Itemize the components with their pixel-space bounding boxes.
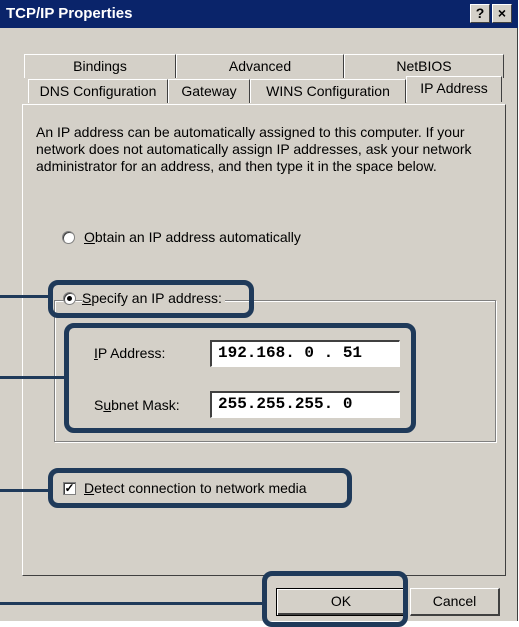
cancel-button[interactable]: Cancel: [410, 588, 500, 616]
obtain-auto-label[interactable]: Obtain an IP address automatically: [84, 229, 301, 245]
ip-address-field[interactable]: 192.168. 0 . 51: [210, 340, 400, 367]
window-title: TCP/IP Properties: [6, 5, 133, 22]
specify-ip-label[interactable]: Specify an IP address:: [82, 290, 225, 306]
tcpip-properties-dialog: TCP/IP Properties ? × Bindings Advanced …: [0, 0, 518, 621]
ip-address-label: IP Address:: [94, 345, 166, 361]
title-bar[interactable]: TCP/IP Properties ? ×: [0, 0, 518, 28]
tab-bindings[interactable]: Bindings: [24, 54, 176, 78]
tab-wins-configuration[interactable]: WINS Configuration: [250, 79, 406, 103]
callout-pointer-fields: [0, 376, 66, 379]
description-text: An IP address can be automatically assig…: [36, 124, 472, 174]
tab-gateway[interactable]: Gateway: [168, 79, 250, 103]
callout-pointer-specify: [0, 295, 50, 298]
help-button[interactable]: ?: [470, 4, 490, 23]
callout-pointer-ok: [0, 602, 264, 605]
detect-media-label[interactable]: Detect connection to network media: [84, 480, 307, 496]
callout-pointer-detect: [0, 489, 50, 492]
obtain-auto-radio[interactable]: [62, 231, 75, 244]
ok-button[interactable]: OK: [276, 588, 406, 616]
radio-selected-dot: [67, 296, 72, 301]
detect-media-checkbox[interactable]: ✓: [63, 482, 76, 495]
tab-netbios[interactable]: NetBIOS: [344, 54, 504, 78]
tab-ip-address[interactable]: IP Address: [406, 76, 502, 102]
close-button[interactable]: ×: [492, 4, 512, 23]
subnet-mask-label: Subnet Mask:: [94, 397, 180, 413]
subnet-mask-field[interactable]: 255.255.255. 0: [210, 391, 400, 418]
tab-advanced[interactable]: Advanced: [176, 54, 344, 78]
tab-dns-configuration[interactable]: DNS Configuration: [28, 79, 168, 103]
specify-ip-radio[interactable]: [63, 292, 76, 305]
ip-settings-group: [54, 300, 496, 442]
